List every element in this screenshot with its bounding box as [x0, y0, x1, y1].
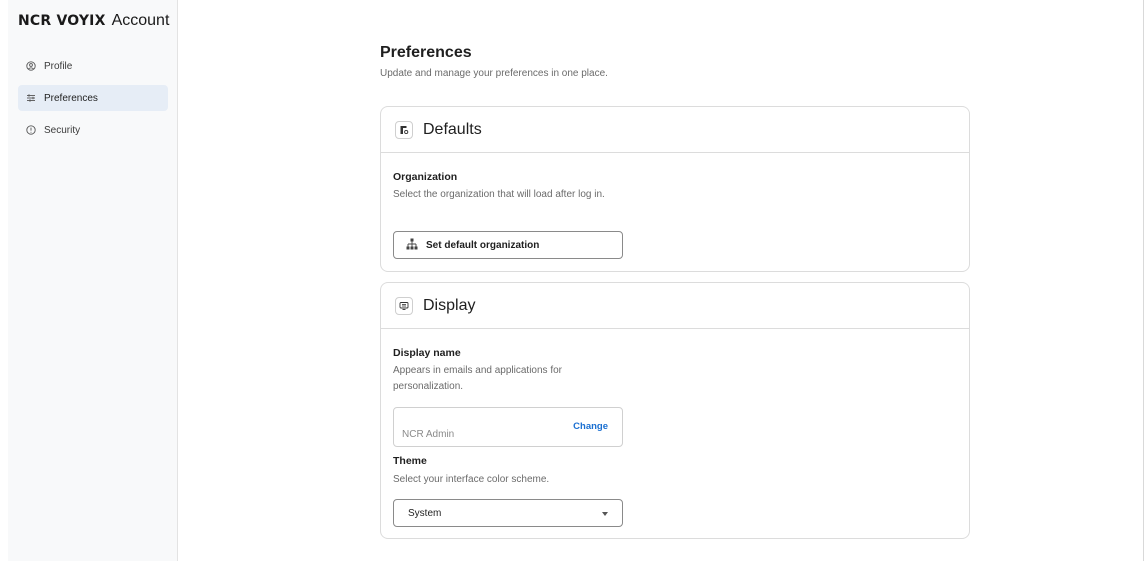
display-name-label: Display name: [393, 347, 461, 359]
defaults-card-title: Defaults: [423, 120, 482, 138]
sidebar-item-label: Preferences: [44, 92, 98, 104]
theme-label: Theme: [393, 455, 427, 467]
sidebar-item-label: Security: [44, 124, 81, 136]
display-name-description: Appears in emails and applications for p…: [393, 365, 562, 392]
change-display-name-button[interactable]: Change: [573, 421, 608, 432]
display-name-value: NCR Admin: [402, 429, 455, 440]
theme-description: Select your interface color scheme.: [393, 474, 550, 485]
org-tree-icon: [406, 238, 418, 253]
display-card: Display Display name Appears in emails a…: [380, 282, 970, 539]
display-card-title: Display: [423, 296, 476, 314]
sliders-icon: [26, 93, 36, 103]
ncr-voyix-logo: NCR VOYIX: [18, 13, 106, 29]
page-subtitle: Update and manage your preferences in on…: [380, 68, 608, 79]
set-default-organization-label: Set default organization: [426, 239, 540, 251]
sidebar-item-security[interactable]: Security: [18, 117, 168, 143]
chevron-down-icon: [602, 512, 608, 516]
sidebar-item-preferences[interactable]: Preferences: [18, 85, 168, 111]
sidebar-item-label: Profile: [44, 60, 73, 72]
page-title: Preferences: [380, 44, 472, 61]
sidebar-item-profile[interactable]: Profile: [18, 53, 168, 79]
set-default-organization-button[interactable]: Set default organization: [393, 231, 623, 259]
shield-icon: [26, 125, 36, 135]
brand-name: Account: [111, 12, 170, 29]
organization-description: Select the organization that will load a…: [393, 189, 605, 200]
defaults-card-header: Defaults: [381, 107, 969, 153]
organization-label: Organization: [393, 171, 458, 183]
display-icon: [395, 296, 413, 315]
theme-select[interactable]: System: [393, 499, 623, 527]
display-card-header: Display: [381, 283, 969, 329]
display-name-field[interactable]: NCR Admin Change: [393, 407, 623, 447]
sidebar-nav: Profile Preferences Security: [18, 53, 168, 149]
brand: NCR VOYIX Account: [18, 12, 169, 30]
theme-select-value: System: [408, 507, 442, 519]
defaults-card: Defaults Organization Select the organiz…: [380, 106, 970, 272]
defaults-icon: [395, 120, 413, 139]
user-circle-icon: [26, 61, 36, 71]
